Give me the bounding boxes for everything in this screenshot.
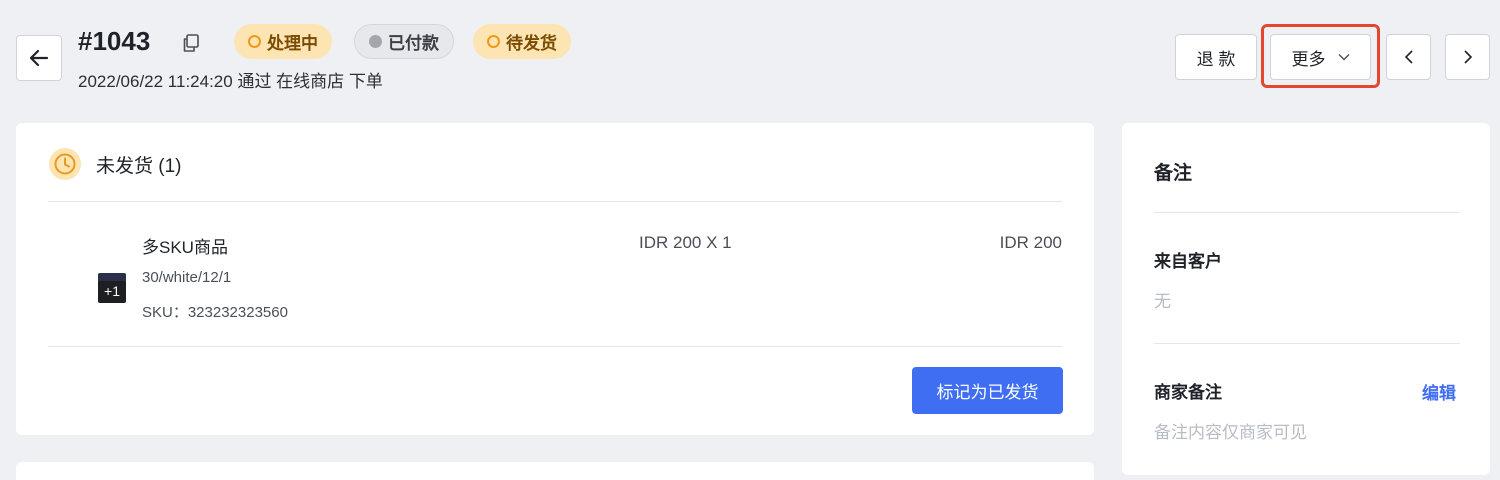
more-button[interactable]: 更多 bbox=[1270, 34, 1371, 80]
product-thumbnail[interactable]: +1 bbox=[98, 273, 126, 303]
arrow-left-icon bbox=[29, 49, 49, 67]
customer-note-value: 无 bbox=[1154, 292, 1171, 311]
divider bbox=[48, 346, 1062, 347]
chevron-down-icon bbox=[1338, 54, 1349, 61]
status-badge-paid: 已付款 bbox=[354, 24, 454, 59]
status-dot-icon bbox=[487, 35, 500, 48]
refund-button[interactable]: 退 款 bbox=[1175, 34, 1257, 80]
edit-merchant-note-link[interactable]: 编辑 bbox=[1422, 379, 1456, 404]
section-title: 未发货 (1) bbox=[96, 156, 182, 177]
customer-note-label: 来自客户 bbox=[1154, 252, 1222, 271]
product-sku: SKU：323232323560 bbox=[142, 304, 288, 321]
divider bbox=[1154, 343, 1460, 344]
status-dot-icon bbox=[248, 35, 261, 48]
product-name[interactable]: 多SKU商品 bbox=[142, 233, 228, 258]
product-total: IDR 200 bbox=[999, 233, 1062, 252]
back-button[interactable] bbox=[16, 35, 62, 81]
clock-icon bbox=[48, 147, 82, 181]
merchant-note-label: 商家备注 bbox=[1154, 383, 1222, 402]
chevron-left-icon bbox=[1404, 50, 1413, 64]
status-badge-awaiting-shipment: 待发货 bbox=[473, 24, 571, 59]
product-price-qty: IDR 200 X 1 bbox=[639, 233, 732, 252]
merchant-note-placeholder: 备注内容仅商家可见 bbox=[1154, 423, 1307, 442]
secondary-card bbox=[16, 462, 1094, 480]
notes-title: 备注 bbox=[1154, 163, 1193, 184]
chevron-right-icon bbox=[1463, 50, 1472, 64]
status-dot-icon bbox=[369, 35, 382, 48]
divider bbox=[1154, 212, 1460, 213]
mark-as-fulfilled-button[interactable]: 标记为已发货 bbox=[912, 367, 1063, 414]
previous-order-button[interactable] bbox=[1386, 34, 1431, 80]
next-order-button[interactable] bbox=[1445, 34, 1490, 80]
divider bbox=[48, 201, 1062, 202]
status-badge-processing: 处理中 bbox=[234, 24, 332, 59]
order-subtitle: 2022/06/22 11:24:20 通过 在线商店 下单 bbox=[78, 72, 383, 91]
order-number: #1043 bbox=[78, 26, 151, 56]
product-variant: 30/white/12/1 bbox=[142, 269, 232, 286]
unfulfilled-items-card: 未发货 (1) +1 多SKU商品 30/white/12/1 SKU：3232… bbox=[16, 123, 1094, 435]
notes-card: 备注 来自客户 无 商家备注 编辑 备注内容仅商家可见 bbox=[1122, 123, 1490, 475]
copy-icon[interactable] bbox=[180, 32, 202, 54]
